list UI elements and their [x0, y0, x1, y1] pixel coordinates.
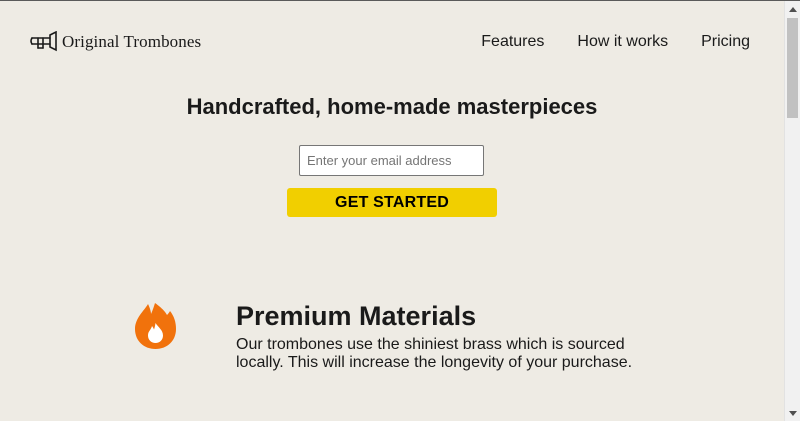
fire-icon	[134, 301, 177, 351]
get-started-button[interactable]: GET STARTED	[287, 188, 497, 217]
hero-title: Handcrafted, home-made masterpieces	[186, 94, 598, 119]
trombone-logo-icon	[30, 30, 58, 53]
nav-link-features[interactable]: Features	[481, 33, 544, 51]
page-content: Original Trombones Features How it works…	[0, 1, 784, 421]
scrollbar-thumb[interactable]	[787, 18, 798, 118]
feature-description: Our trombones use the shiniest brass whi…	[236, 336, 633, 371]
brand-logo[interactable]: Original Trombones	[30, 30, 202, 53]
email-input[interactable]	[299, 145, 484, 176]
brand-name: Original Trombones	[62, 32, 202, 51]
vertical-scrollbar[interactable]	[784, 1, 800, 421]
scroll-up-arrow-icon[interactable]	[785, 1, 800, 17]
scroll-down-arrow-icon[interactable]	[785, 406, 800, 421]
nav-link-how-it-works[interactable]: How it works	[577, 33, 668, 51]
feature-title: Premium Materials	[236, 301, 477, 331]
main-nav: Features How it works Pricing	[481, 33, 750, 51]
nav-link-pricing[interactable]: Pricing	[701, 33, 750, 51]
landing-page: Original Trombones Features How it works…	[0, 0, 800, 421]
